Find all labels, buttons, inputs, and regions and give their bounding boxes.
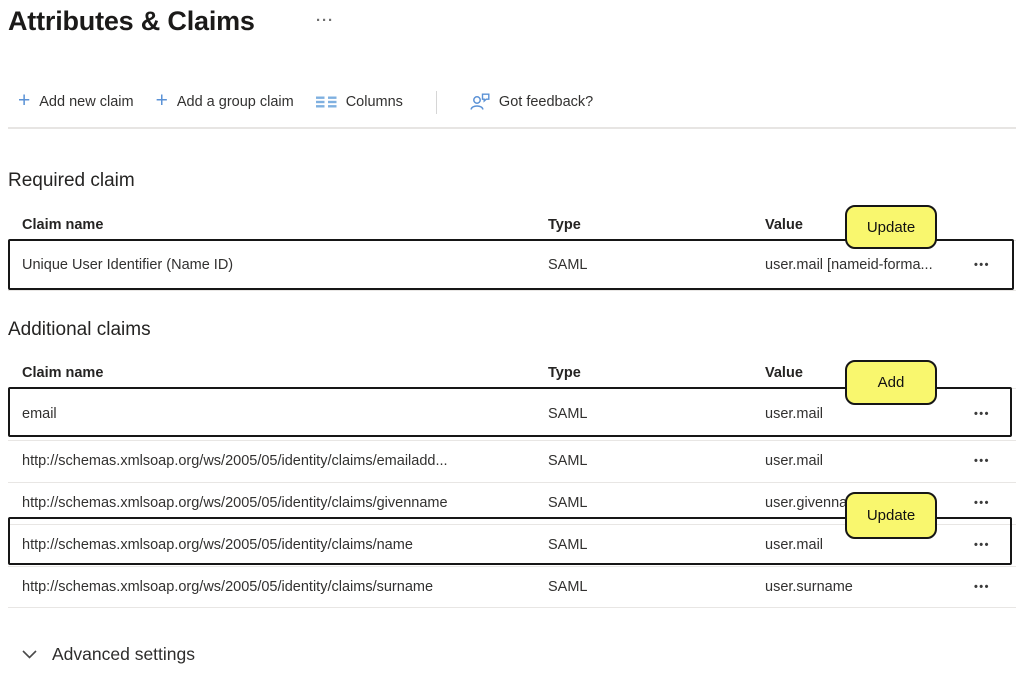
page-title: Attributes & Claims xyxy=(8,6,255,37)
row-more-icon[interactable]: ••• xyxy=(974,497,990,509)
column-header-value: Value xyxy=(765,365,803,381)
claim-name-cell[interactable]: http://schemas.xmlsoap.org/ws/2005/05/id… xyxy=(22,453,448,469)
table-row-divider xyxy=(8,290,1016,291)
toolbar-divider xyxy=(436,91,437,114)
claim-type-cell: SAML xyxy=(548,453,588,469)
table-row-surname[interactable]: http://schemas.xmlsoap.org/ws/2005/05/id… xyxy=(8,566,1016,607)
table-row-emailaddress[interactable]: http://schemas.xmlsoap.org/ws/2005/05/id… xyxy=(8,440,1016,482)
feedback-icon xyxy=(470,93,490,111)
add-new-claim-label: Add new claim xyxy=(39,94,133,110)
add-new-claim-button[interactable]: + Add new claim xyxy=(18,92,134,112)
claim-name-cell[interactable]: Unique User Identifier (Name ID) xyxy=(22,257,233,273)
advanced-settings-expander[interactable]: Advanced settings xyxy=(22,644,195,665)
claim-value-cell: user.mail xyxy=(765,406,823,422)
row-more-icon[interactable]: ••• xyxy=(974,408,990,420)
claim-name-cell[interactable]: email xyxy=(22,406,57,422)
column-header-claim-name: Claim name xyxy=(22,365,103,381)
chevron-down-icon xyxy=(22,650,37,659)
claim-name-cell[interactable]: http://schemas.xmlsoap.org/ws/2005/05/id… xyxy=(22,579,433,595)
add-group-claim-button[interactable]: + Add a group claim xyxy=(156,92,294,112)
claim-value-cell: user.mail xyxy=(765,537,823,553)
columns-button[interactable]: Columns xyxy=(316,94,403,110)
column-header-type: Type xyxy=(548,217,581,233)
row-more-icon[interactable]: ••• xyxy=(974,259,990,271)
claim-value-cell: user.surname xyxy=(765,579,853,595)
columns-icon xyxy=(316,95,337,109)
plus-icon: + xyxy=(18,91,30,111)
columns-label: Columns xyxy=(346,94,403,110)
claim-type-cell: SAML xyxy=(548,495,588,511)
claim-name-cell[interactable]: http://schemas.xmlsoap.org/ws/2005/05/id… xyxy=(22,495,448,511)
column-header-type: Type xyxy=(548,365,581,381)
row-more-icon[interactable]: ••• xyxy=(974,455,990,467)
table-row-divider xyxy=(8,607,1016,608)
claim-type-cell: SAML xyxy=(548,257,588,273)
annotation-badge-update: Update xyxy=(845,492,937,539)
annotation-badge-add: Add xyxy=(845,360,937,405)
plus-icon: + xyxy=(156,91,168,111)
command-bar: + Add new claim + Add a group claim Colu… xyxy=(18,86,593,118)
row-more-icon[interactable]: ••• xyxy=(974,581,990,593)
title-more-icon[interactable]: ··· xyxy=(316,12,334,29)
required-claim-heading: Required claim xyxy=(8,170,135,192)
got-feedback-button[interactable]: Got feedback? xyxy=(470,93,593,111)
column-header-value: Value xyxy=(765,217,803,233)
claim-type-cell: SAML xyxy=(548,406,588,422)
got-feedback-label: Got feedback? xyxy=(499,94,593,110)
attributes-claims-page: Attributes & Claims ··· + Add new claim … xyxy=(0,0,1024,673)
advanced-settings-label: Advanced settings xyxy=(52,644,195,665)
additional-claims-heading: Additional claims xyxy=(8,319,151,341)
toolbar-separator xyxy=(8,127,1016,129)
claim-type-cell: SAML xyxy=(548,579,588,595)
row-more-icon[interactable]: ••• xyxy=(974,539,990,551)
claim-type-cell: SAML xyxy=(548,537,588,553)
column-header-claim-name: Claim name xyxy=(22,217,103,233)
claim-value-cell: user.mail xyxy=(765,453,823,469)
annotation-badge-update: Update xyxy=(845,205,937,249)
claim-value-cell: user.mail [nameid-forma... xyxy=(765,257,933,273)
add-group-claim-label: Add a group claim xyxy=(177,94,294,110)
claim-name-cell[interactable]: http://schemas.xmlsoap.org/ws/2005/05/id… xyxy=(22,537,413,553)
